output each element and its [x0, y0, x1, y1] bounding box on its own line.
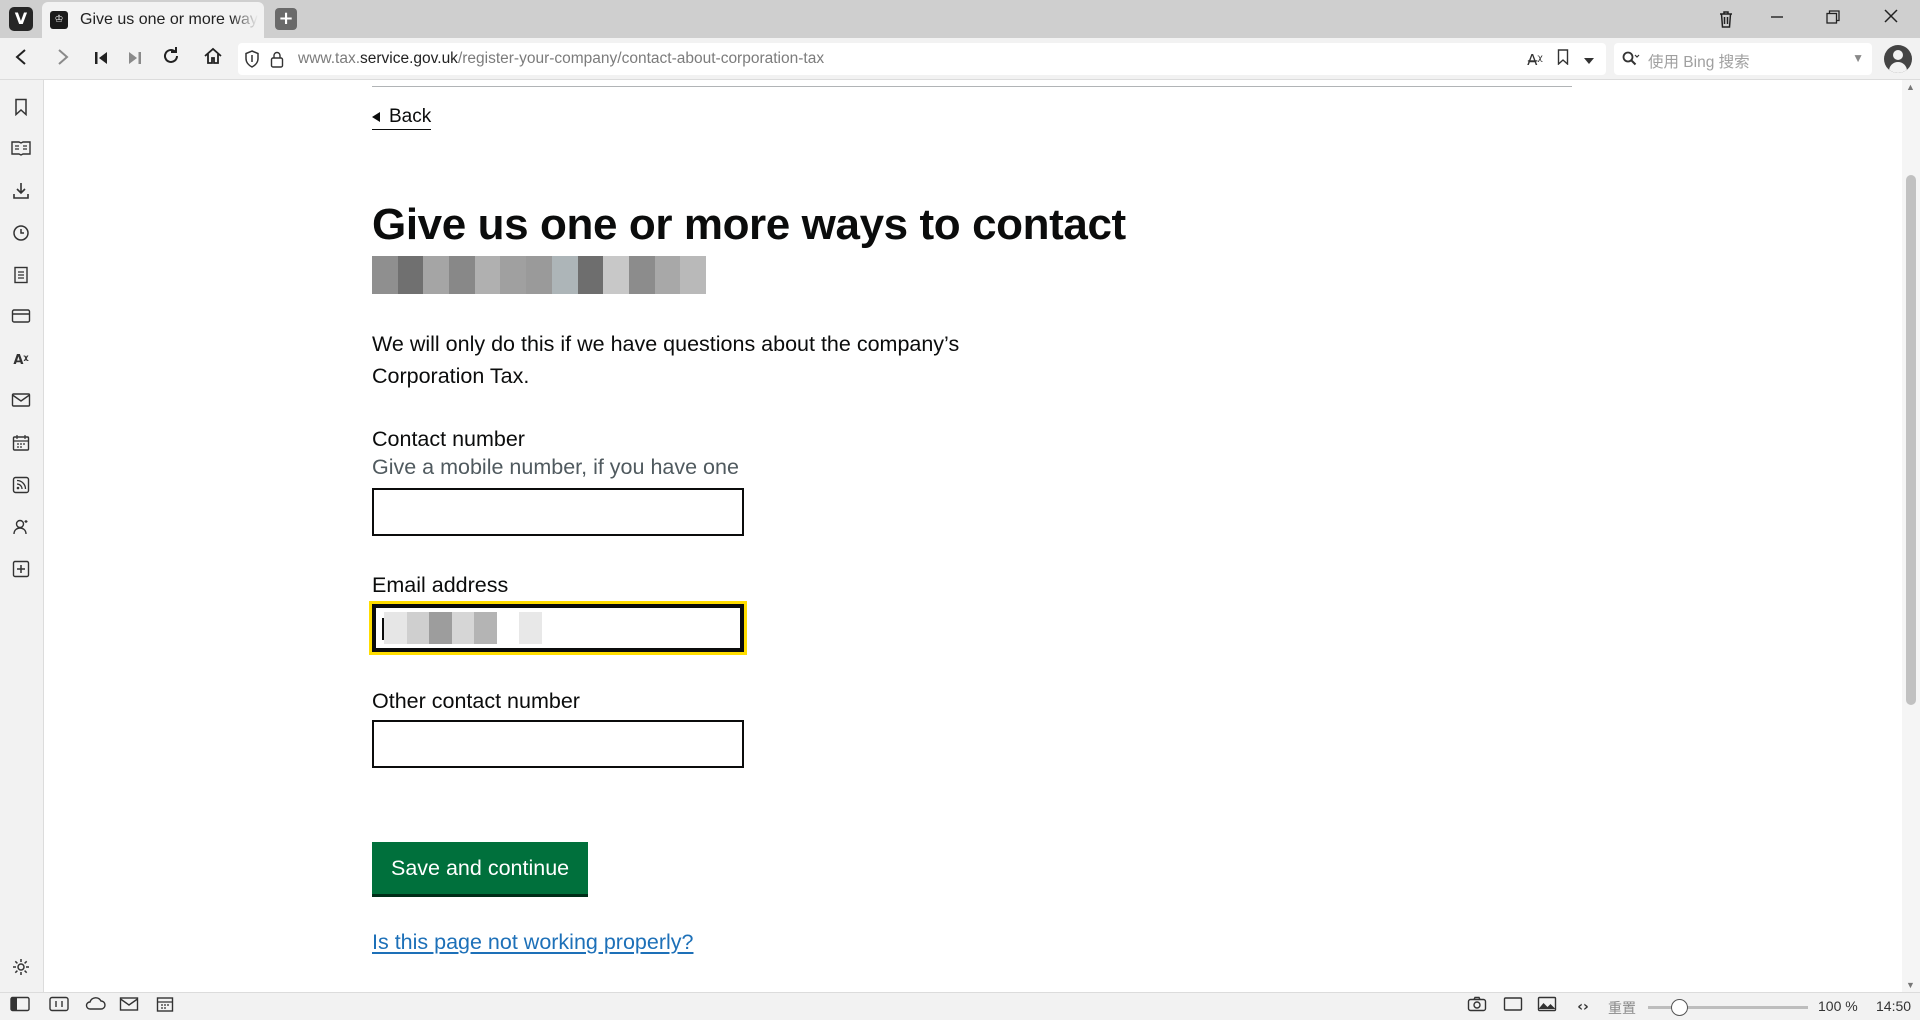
contact-number-label: Contact number — [372, 427, 525, 451]
reading-list-icon[interactable] — [10, 140, 32, 162]
govuk-crown-icon: ♔ — [50, 11, 68, 29]
panel-toggle-icon[interactable] — [9, 996, 31, 1018]
search-field[interactable]: 使用 Bing 搜索 ▼ — [1614, 43, 1872, 75]
zoom-reset-button[interactable]: 重置 — [1608, 998, 1636, 1018]
window-panel-icon[interactable] — [10, 308, 32, 330]
zoom-level: 100 % — [1818, 998, 1858, 1014]
email-value-redacted — [384, 612, 564, 644]
notes-icon[interactable] — [10, 266, 32, 288]
bookmark-page-icon[interactable] — [1552, 49, 1574, 71]
header-divider — [372, 86, 1572, 87]
capture-icon[interactable] — [1466, 996, 1488, 1018]
other-contact-number-label: Other contact number — [372, 689, 580, 713]
add-panel-icon[interactable] — [10, 560, 32, 582]
new-tab-button[interactable]: + — [275, 8, 297, 30]
tab-active[interactable]: ♔ Give us one or more ways to contact — [42, 2, 264, 38]
sync-icon[interactable] — [84, 996, 106, 1018]
search-icon — [1622, 51, 1640, 66]
company-name-redacted — [372, 256, 706, 294]
restore-icon[interactable] — [1818, 5, 1848, 33]
contact-number-hint: Give a mobile number, if you have one — [372, 455, 739, 479]
mail-status-icon[interactable] — [118, 996, 140, 1018]
email-address-input[interactable] — [369, 601, 747, 655]
scroll-down-icon[interactable]: ▼ — [1906, 980, 1915, 990]
page-viewport[interactable]: Back Give us one or more ways to contact… — [44, 80, 1920, 992]
images-icon[interactable] — [1536, 996, 1558, 1018]
tab-tiling-icon[interactable] — [48, 996, 70, 1018]
home-icon[interactable] — [200, 46, 226, 72]
mail-icon[interactable] — [10, 392, 32, 414]
page-not-working-link[interactable]: Is this page not working properly? — [372, 930, 693, 955]
side-panel: Aᵡ — [0, 80, 44, 992]
email-address-label: Email address — [372, 573, 509, 597]
clock: 14:50 — [1876, 998, 1912, 1014]
text-cursor — [382, 618, 384, 640]
url-field[interactable]: www.tax.service.gov.uk/register-your-com… — [238, 43, 1606, 75]
contact-number-input[interactable] — [372, 488, 744, 536]
reload-icon[interactable] — [158, 46, 184, 72]
other-contact-number-input[interactable] — [372, 720, 744, 768]
status-bar: ‹› 重置 100 % 14:50 — [0, 992, 1920, 1020]
vertical-scrollbar[interactable]: ▲ ▼ — [1902, 80, 1920, 992]
feeds-icon[interactable] — [10, 476, 32, 498]
zoom-slider-handle[interactable] — [1671, 999, 1688, 1016]
back-icon[interactable] — [8, 46, 34, 72]
search-placeholder: 使用 Bing 搜索 — [1648, 54, 1750, 71]
fast-forward-icon[interactable] — [122, 46, 148, 72]
calendar-status-icon[interactable] — [154, 996, 176, 1018]
chevron-down-icon[interactable] — [1578, 49, 1600, 71]
close-icon[interactable] — [1876, 5, 1906, 33]
settings-gear-icon[interactable] — [10, 958, 32, 980]
shield-icon[interactable] — [244, 50, 260, 68]
vivaldi-icon[interactable]: V — [9, 7, 33, 31]
translate-page-icon[interactable]: A̶ᵡ — [1524, 49, 1546, 71]
url-text: www.tax.service.gov.uk/register-your-com… — [298, 50, 825, 67]
lock-icon[interactable] — [270, 50, 284, 68]
minimize-icon[interactable] — [1762, 5, 1792, 33]
translate-icon[interactable]: Aᵡ — [10, 350, 32, 372]
downloads-icon[interactable] — [10, 182, 32, 204]
scrollbar-thumb[interactable] — [1906, 175, 1916, 705]
page-actions-icon[interactable]: ‹› — [1572, 996, 1594, 1018]
bookmarks-icon[interactable] — [10, 98, 32, 120]
save-and-continue-button[interactable]: Save and continue — [372, 842, 589, 894]
profile-avatar[interactable] — [1884, 45, 1912, 73]
page-title: Give us one or more ways to contact — [372, 200, 1126, 249]
scroll-up-icon[interactable]: ▲ — [1906, 82, 1915, 92]
back-link[interactable]: Back — [372, 104, 432, 130]
window-icon[interactable] — [1502, 996, 1524, 1018]
address-bar: www.tax.service.gov.uk/register-your-com… — [0, 38, 1920, 80]
chevron-down-icon[interactable]: ▼ — [1852, 51, 1864, 65]
lead-paragraph: We will only do this if we have question… — [372, 332, 960, 388]
trash-icon[interactable] — [1711, 5, 1741, 33]
forward-icon[interactable] — [50, 46, 76, 72]
history-icon[interactable] — [10, 224, 32, 246]
rewind-icon[interactable] — [88, 46, 114, 72]
tab-bar: V ♔ Give us one or more ways to contact … — [0, 0, 1920, 38]
zoom-slider[interactable] — [1648, 999, 1808, 1016]
tab-title: Give us one or more ways to contact — [80, 11, 258, 28]
contacts-icon[interactable] — [10, 518, 32, 540]
calendar-icon[interactable] — [10, 434, 32, 456]
